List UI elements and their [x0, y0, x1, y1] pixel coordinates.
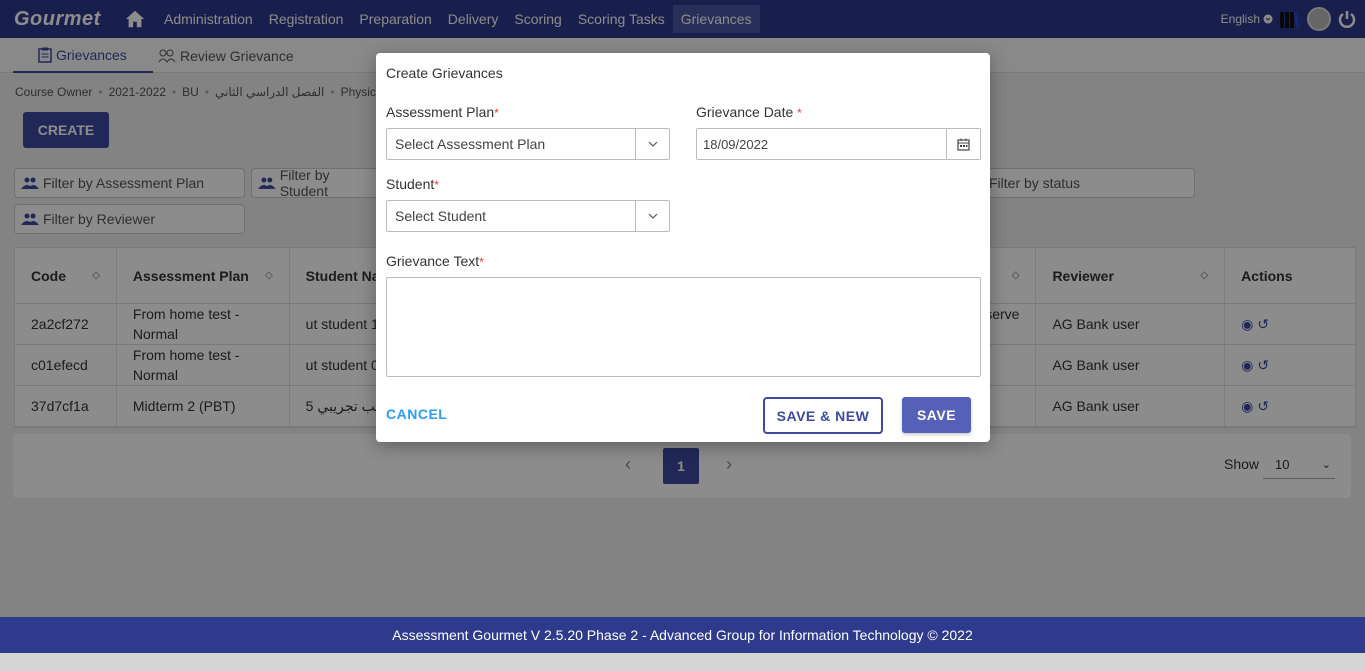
required-mark: *: [494, 106, 499, 120]
bottom-strip: [0, 653, 1365, 671]
footer-text: Assessment Gourmet V 2.5.20 Phase 2 - Ad…: [392, 627, 973, 643]
create-grievance-dialog: Create Grievances Assessment Plan* Selec…: [376, 53, 990, 442]
footer: Assessment Gourmet V 2.5.20 Phase 2 - Ad…: [0, 617, 1365, 653]
assessment-plan-select-value: Select Assessment Plan: [395, 136, 546, 152]
grievance-text-label: Grievance Text*: [386, 253, 484, 269]
required-mark: *: [797, 106, 802, 120]
save-button[interactable]: SAVE: [902, 397, 971, 433]
required-mark: *: [479, 255, 484, 269]
student-label: Student*: [386, 176, 439, 192]
assessment-plan-select[interactable]: Select Assessment Plan: [386, 128, 670, 160]
chevron-down-icon: [635, 129, 669, 159]
grievance-date-field[interactable]: 18/09/2022: [696, 128, 981, 160]
calendar-icon[interactable]: [946, 129, 980, 159]
required-mark: *: [434, 178, 439, 192]
grievance-text-label-text: Grievance Text: [386, 253, 480, 269]
chevron-down-icon: [635, 201, 669, 231]
student-select-value: Select Student: [395, 208, 487, 224]
grievance-date-label: Grievance Date *: [696, 104, 802, 120]
assessment-plan-label-text: Assessment Plan: [386, 104, 495, 120]
student-label-text: Student: [386, 176, 435, 192]
grievance-text-input[interactable]: [386, 277, 981, 377]
grievance-date-label-text: Grievance Date: [696, 104, 794, 120]
grievance-date-value: 18/09/2022: [703, 136, 769, 152]
student-select[interactable]: Select Student: [386, 200, 670, 232]
save-and-new-button[interactable]: SAVE & NEW: [763, 397, 883, 434]
assessment-plan-label: Assessment Plan*: [386, 104, 499, 120]
dialog-title: Create Grievances: [386, 65, 503, 81]
cancel-button[interactable]: CANCEL: [386, 403, 447, 425]
